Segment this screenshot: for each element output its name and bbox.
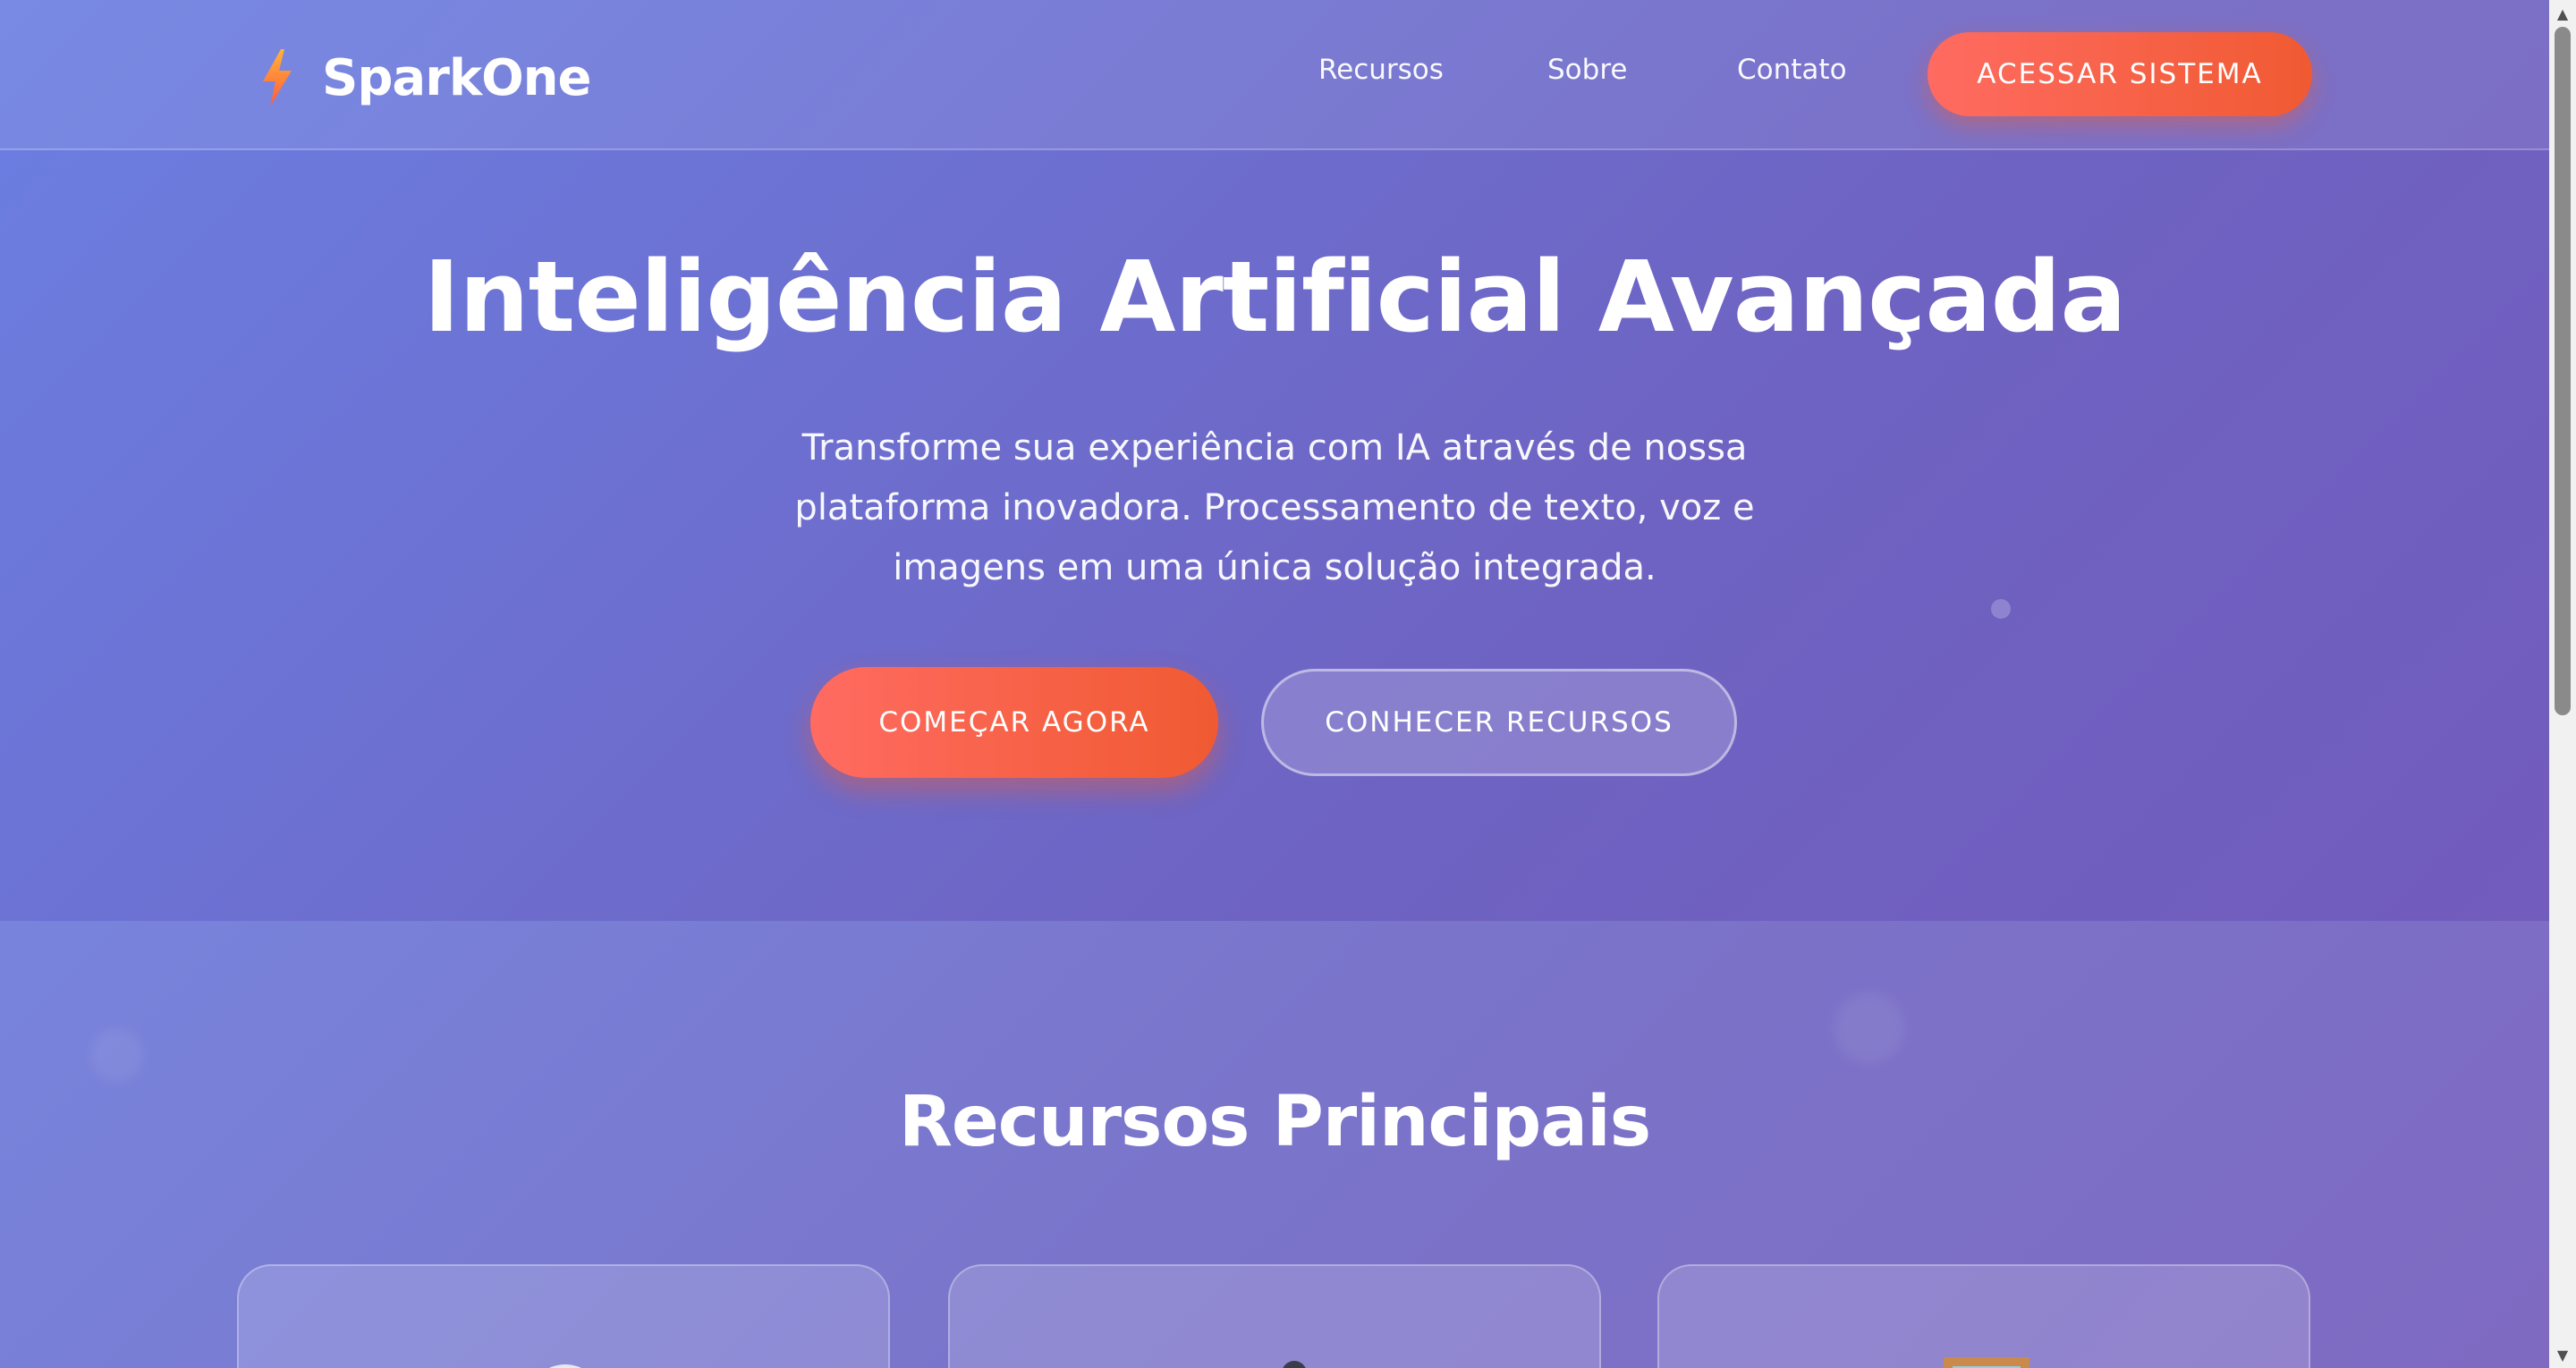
nav-link-recursos[interactable]: Recursos — [1318, 54, 1444, 98]
decorative-dot — [1991, 599, 2011, 619]
scroll-down-arrow-icon[interactable]: ▼ — [2549, 1341, 2576, 1368]
decorative-blur — [1834, 992, 1905, 1064]
decorative-blur — [89, 1028, 143, 1082]
feature-card-image[interactable] — [1657, 1264, 2310, 1368]
hero-subtitle: Transforme sua experiência com IA atravé… — [794, 427, 1755, 588]
lightning-bolt-icon — [263, 49, 292, 106]
brand-logo[interactable]: SparkOne — [259, 46, 592, 109]
feature-card-voice[interactable] — [948, 1264, 1601, 1368]
landing-page: SparkOne Recursos Sobre Contato ACESSAR … — [0, 0, 2549, 1368]
site-header: SparkOne Recursos Sobre Contato ACESSAR … — [0, 0, 2549, 150]
nav-link-contato[interactable]: Contato — [1737, 54, 1847, 98]
nav-link-sobre[interactable]: Sobre — [1547, 54, 1627, 98]
feature-card-text[interactable] — [237, 1264, 890, 1368]
brand-name: SparkOne — [322, 48, 592, 107]
chat-bubble-icon — [549, 1364, 581, 1368]
scroll-up-arrow-icon[interactable]: ▲ — [2549, 0, 2576, 27]
access-system-button[interactable]: ACESSAR SISTEMA — [1928, 32, 2312, 116]
vertical-scrollbar[interactable]: ▲ ▼ — [2549, 0, 2576, 1368]
scrollbar-thumb[interactable] — [2555, 27, 2571, 715]
start-now-button[interactable]: COMEÇAR AGORA — [810, 667, 1218, 778]
image-frame-icon — [1944, 1357, 2029, 1368]
microphone-icon — [1283, 1361, 1306, 1368]
hero-title: Inteligência Artificial Avançada — [423, 240, 2126, 354]
features-title: Recursos Principais — [898, 1082, 1651, 1162]
explore-features-button[interactable]: CONHECER RECURSOS — [1261, 669, 1737, 776]
